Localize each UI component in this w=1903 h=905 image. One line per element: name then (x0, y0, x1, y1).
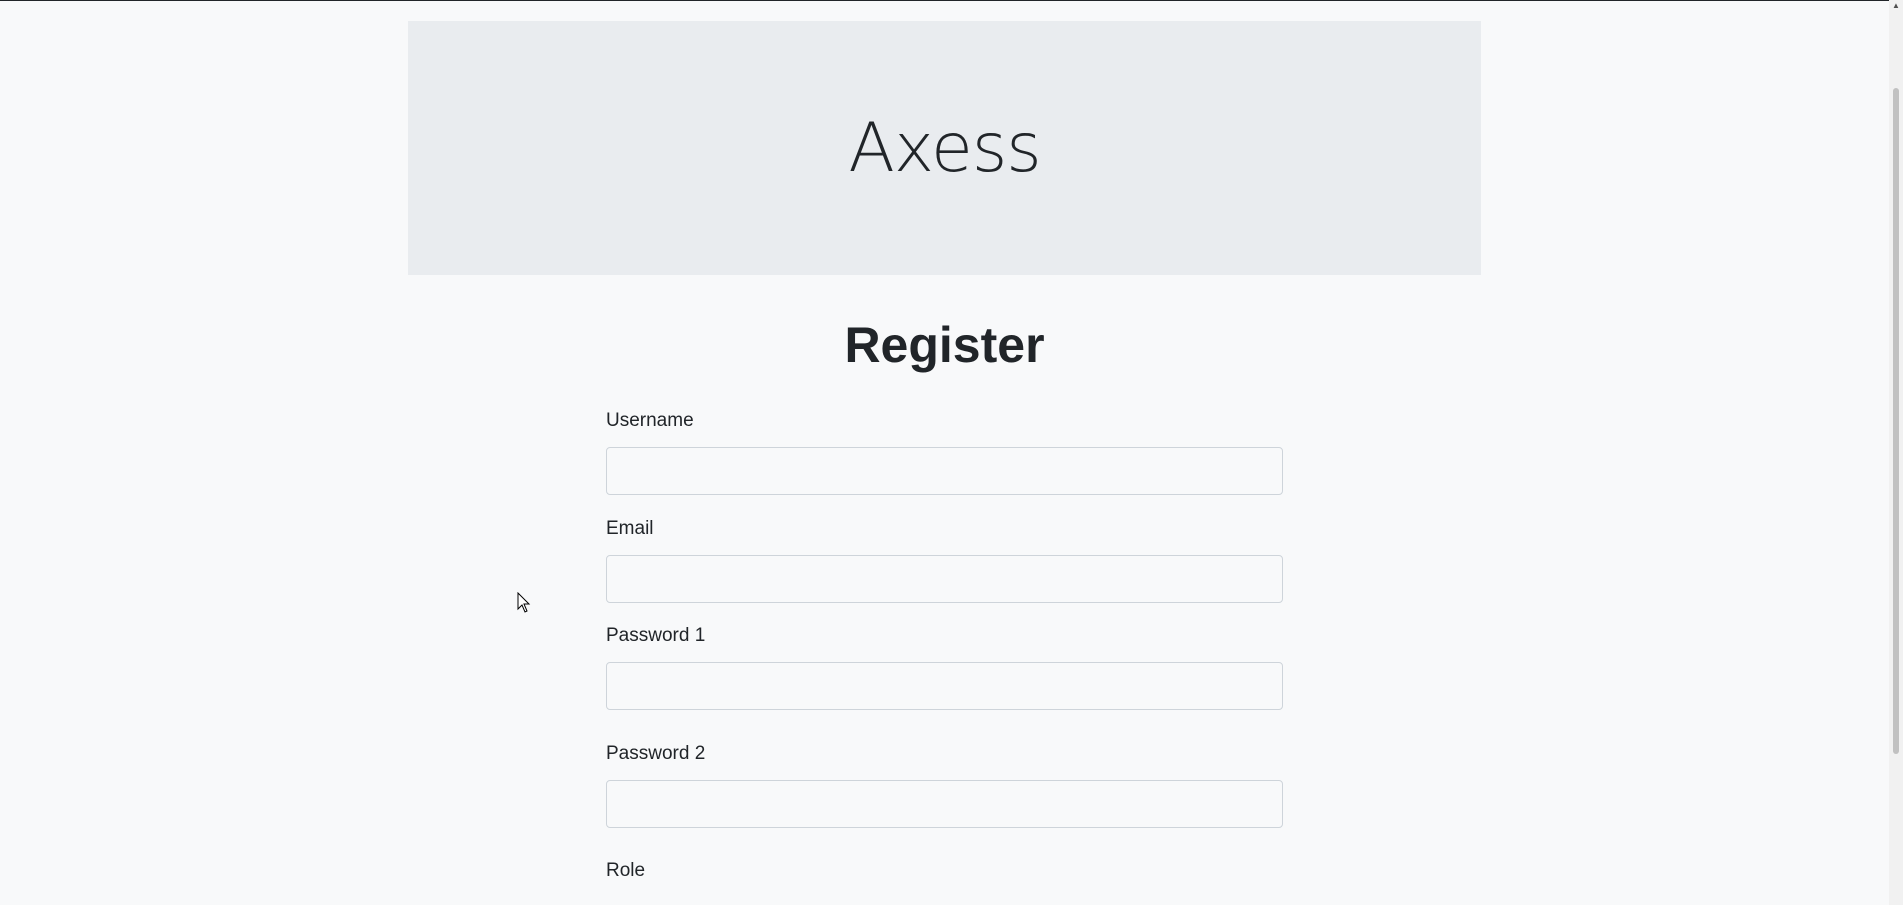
password1-group: Password 1 (606, 624, 1283, 710)
vertical-scrollbar[interactable]: ▲ (1889, 0, 1903, 905)
register-page: Axess Register Username Email Password 1… (0, 0, 1880, 905)
password1-label: Password 1 (606, 625, 706, 646)
brand-title: Axess (848, 108, 1041, 188)
page-title: Register (844, 317, 1045, 373)
scroll-up-arrow-icon[interactable]: ▲ (1891, 2, 1901, 10)
password2-input[interactable] (606, 780, 1283, 828)
header-jumbotron: Axess (408, 21, 1481, 275)
password1-input[interactable] (606, 662, 1283, 710)
password2-group: Password 2 (606, 742, 1283, 828)
mouse-cursor-icon (517, 592, 531, 613)
username-group: Username (606, 409, 1283, 495)
scrollbar-thumb[interactable] (1893, 88, 1899, 754)
password2-label: Password 2 (606, 743, 706, 764)
role-label: Role (606, 860, 646, 881)
email-label: Email (606, 518, 654, 539)
username-label: Username (606, 410, 694, 431)
email-input[interactable] (606, 555, 1283, 603)
email-group: Email (606, 517, 1283, 603)
username-input[interactable] (606, 447, 1283, 495)
role-group: Role (606, 859, 1283, 897)
